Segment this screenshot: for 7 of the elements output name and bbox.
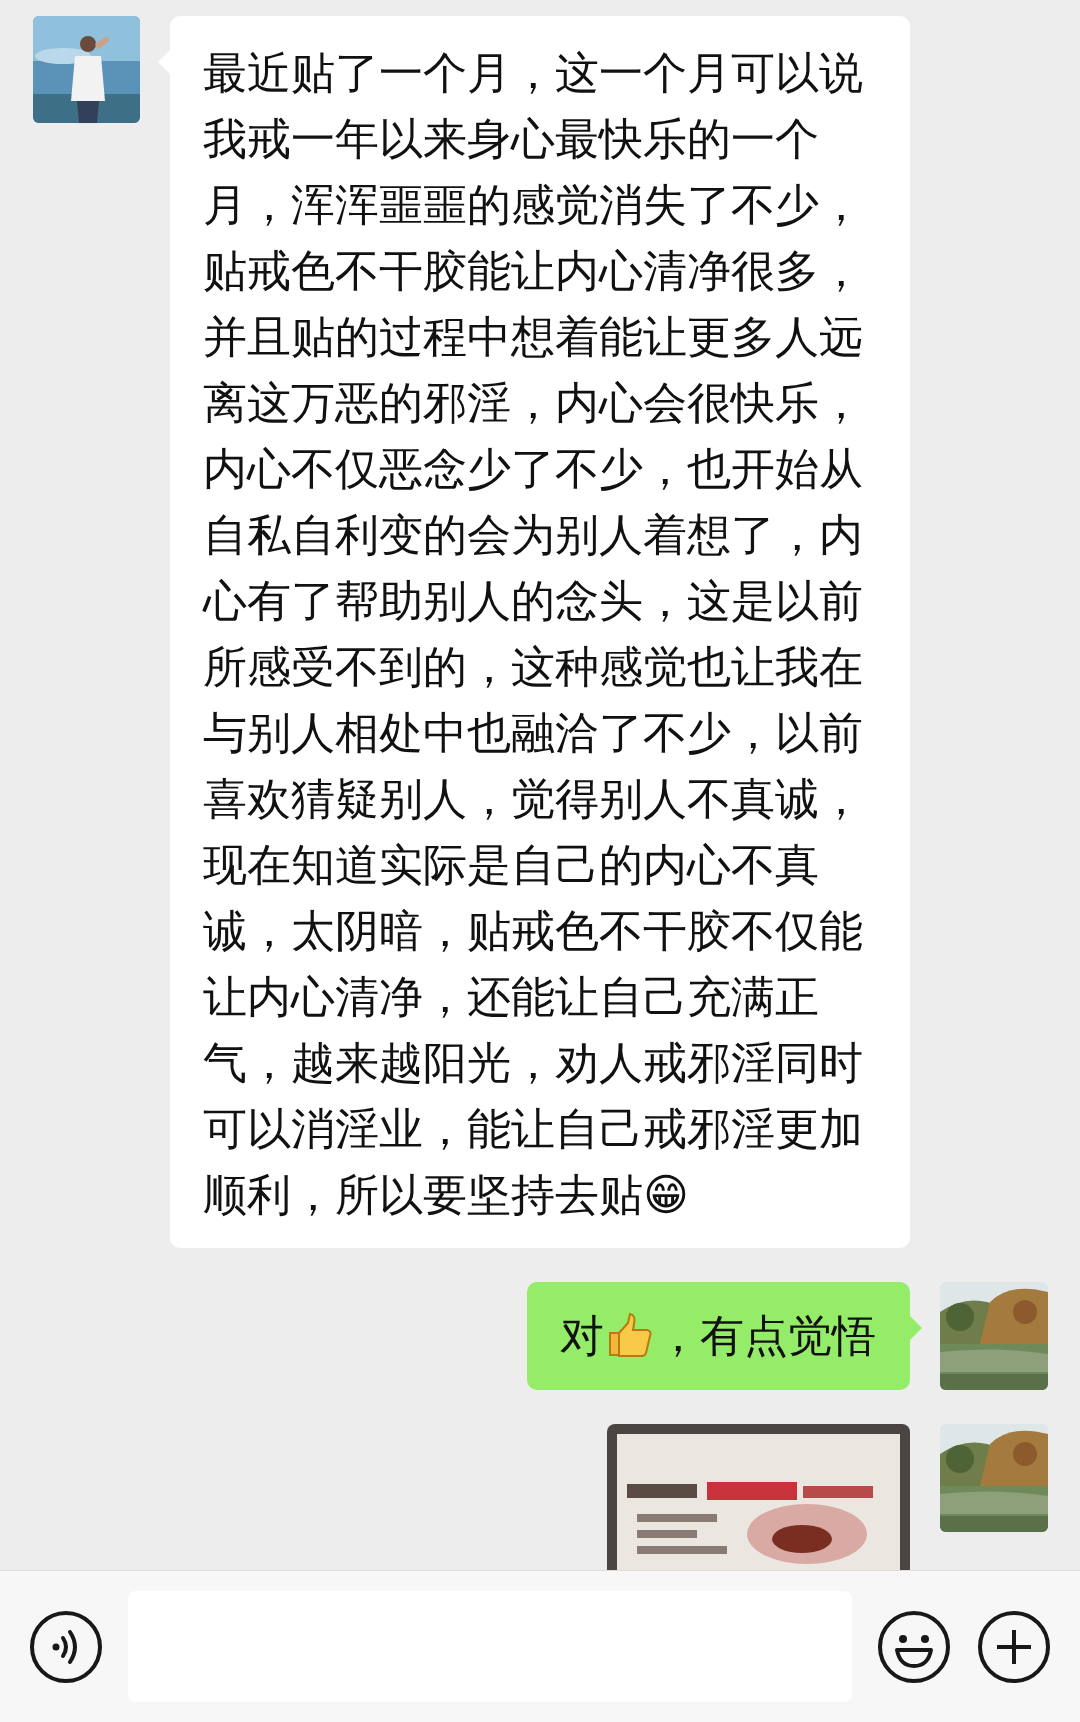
thumbs-up-icon: [606, 1311, 654, 1359]
emoji-button[interactable]: [876, 1608, 952, 1685]
voice-button[interactable]: [28, 1608, 104, 1685]
message-text: 对: [560, 1310, 604, 1361]
add-button[interactable]: [976, 1608, 1052, 1685]
message-text: 最近贴了一个月，这一个月可以说我戒一年以来身心最快乐的一个月，浑浑噩噩的感觉消失了不少，贴戒色不干胶能让内心清净很多，并且贴的过程中想着能让更多人远离这万恶的邪淫，内心会很快乐，内心不仅恶念少了不少，也开始从自私自利变的会为别人着想了，内心有了帮助别人的念头，这是以前所感受不到的，这种感觉也让我在与别人相处中也融洽了不少，以前喜欢猜疑别人，觉得别人不真诚，现在知道实际是自己的内心不真诚，太阴暗，贴戒色不干胶不仅能让内心清净，还能让自己充满正气，越来越阳光，劝人戒邪淫同时可以消淫业，能让自己戒邪淫更加顺利，所以要坚持去贴😁: [203, 47, 863, 1220]
message-text: ，有点觉悟: [656, 1310, 876, 1361]
